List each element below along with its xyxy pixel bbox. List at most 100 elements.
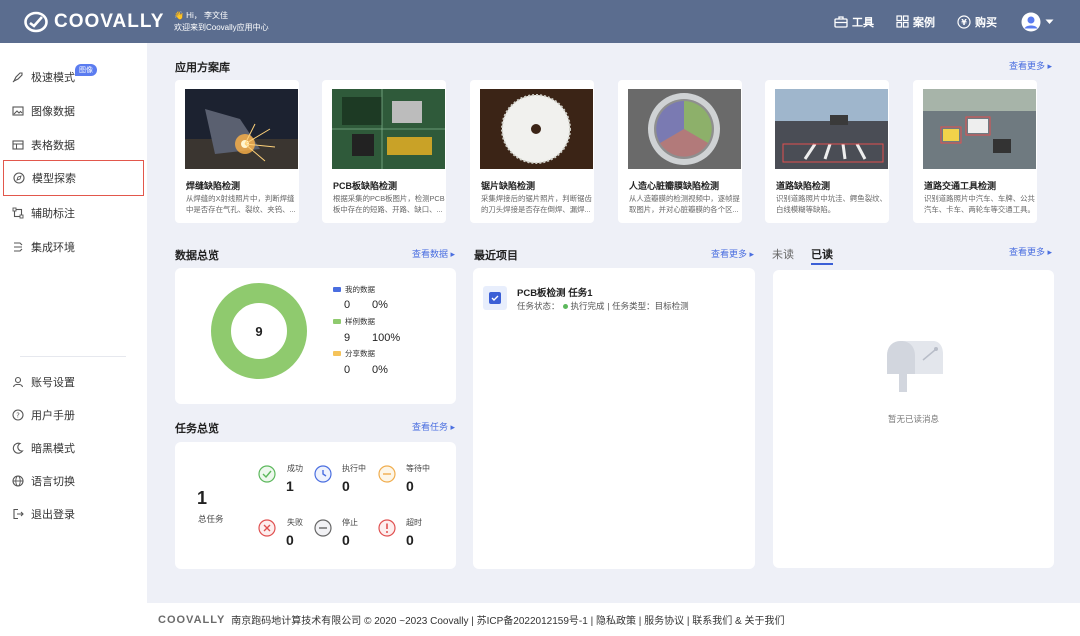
project-name[interactable]: PCB板检测 任务1 (517, 285, 592, 299)
sidebar-item-dark-mode[interactable]: 暗黑模式 (3, 430, 144, 466)
tools-label: 工具 (852, 16, 874, 29)
sidebar-item-image-data[interactable]: 图像数据 (3, 93, 144, 129)
stopped-icon (314, 519, 332, 537)
sidebar-item-model-explore[interactable]: 模型探索 (3, 160, 144, 196)
sidebar-item-label: 集成环境 (31, 242, 75, 254)
card-title: 道路交通工具检测 (924, 181, 997, 191)
recent-projects-panel: PCB板检测 任务1 任务状态： 执行完成 | 任务类型：目标检测 (473, 268, 755, 569)
road-defects-image (775, 89, 888, 169)
timeout-value: 0 (406, 532, 414, 548)
buy-button[interactable]: ¥ 购买 (957, 14, 997, 30)
solution-card-heart-valve[interactable]: 人造心脏瓣膜缺陷检测 从人造瓣膜的检测视频中，逐帧提取图片，并对心脏瓣膜的各个区… (618, 80, 742, 223)
waiting-icon (378, 465, 396, 483)
task-overview-title: 任务总览 (175, 423, 219, 435)
legend-my-data: 我的数据 (333, 284, 375, 295)
status-dot (562, 303, 568, 309)
data-overview-panel: 9 我的数据 0 0% 样例数据 9 100% 分享数据 0 0% (175, 268, 456, 404)
my-data-pct: 0% (372, 299, 388, 311)
stopped-label: 停止 (342, 518, 358, 527)
avatar-icon (1021, 12, 1041, 31)
logo[interactable]: COOVALLY (24, 11, 172, 33)
yen-icon: ¥ (957, 14, 971, 29)
crop-icon (12, 207, 24, 219)
cases-label: 案例 (913, 16, 935, 29)
svg-text:¥: ¥ (961, 18, 967, 27)
sidebar-item-assisted-labeling[interactable]: 辅助标注 (3, 195, 144, 231)
cases-button[interactable]: 案例 (896, 14, 935, 30)
grid-icon (896, 15, 909, 28)
sidebar: 极速模式 图像 图像数据 表格数据 模型探索 辅助标注 集成环境 账号设置 ? … (0, 43, 147, 603)
card-title: 人造心脏瓣膜缺陷检测 (629, 181, 720, 191)
welcome-text: 欢迎来到Coovally应用中心 (174, 22, 269, 32)
sidebar-item-label: 图像数据 (31, 106, 75, 118)
waiting-label: 等待中 (406, 464, 430, 473)
sidebar-item-logout[interactable]: 退出登录 (3, 496, 144, 532)
sidebar-item-label: 极速模式 (31, 72, 75, 84)
heart-valve-image (628, 89, 741, 169)
greeting-text: 👋 Hi， 李文佳 (174, 10, 228, 20)
messages-more-link[interactable]: 查看更多 ▸ (1009, 245, 1052, 258)
failed-icon (258, 519, 276, 537)
card-desc: 采集焊接后的锯片照片，判断锯齿的刀头焊接是否存在倒焊、漏焊... (481, 194, 592, 214)
card-desc: 识别道路照片中汽车、车牌、公共汽车、卡车、两轮车等交通工具。 (924, 194, 1035, 214)
tab-unread[interactable]: 未读 (772, 246, 794, 262)
image-badge: 图像 (75, 64, 97, 76)
solutions-title: 应用方案库 (175, 62, 230, 74)
legend-sample-data: 样例数据 (333, 316, 375, 327)
donut-center-total: 9 (255, 324, 263, 339)
solution-card-welding[interactable]: 焊缝缺陷检测 从焊缝的X射线照片中，判断焊缝中是否存在气孔、裂纹、夹钨、... (175, 80, 299, 223)
logo-text: COOVALLY (54, 10, 165, 32)
card-desc: 识别道路照片中坑洼、鳄鱼裂纹、白线模糊等缺陷。 (776, 194, 887, 214)
solutions-more-link[interactable]: 查看更多 ▸ (1009, 59, 1052, 72)
sidebar-item-speed-mode[interactable]: 极速模式 图像 (3, 59, 144, 95)
user-avatar-menu[interactable] (1021, 12, 1054, 32)
card-title: 焊缝缺陷检测 (186, 181, 241, 191)
logo-icon (24, 11, 48, 32)
success-icon (258, 465, 276, 483)
sidebar-item-account-settings[interactable]: 账号设置 (3, 364, 144, 400)
solution-card-road-defects[interactable]: 道路缺陷检测 识别道路照片中坑洼、鳄鱼裂纹、白线模糊等缺陷。 (765, 80, 889, 223)
sample-data-pct: 100% (372, 332, 401, 344)
status-prefix: 任务状态： (517, 301, 560, 311)
status-text: 执行完成 (570, 301, 605, 311)
view-data-link[interactable]: 查看数据 ▸ (412, 247, 455, 260)
view-tasks-link[interactable]: 查看任务 ▸ (412, 420, 455, 433)
timeout-icon (378, 519, 396, 537)
solution-card-saw-blade[interactable]: 锯片缺陷检测 采集焊接后的锯片照片，判断锯齿的刀头焊接是否存在倒焊、漏焊... (470, 80, 594, 223)
running-icon (314, 465, 332, 483)
failed-value: 0 (286, 532, 294, 548)
my-data-count: 0 (344, 299, 351, 311)
success-value: 1 (286, 478, 294, 494)
rocket-icon (12, 72, 23, 83)
sidebar-item-label: 语言切换 (31, 476, 75, 488)
tools-button[interactable]: 工具 (834, 14, 874, 30)
sidebar-item-label: 退出登录 (31, 509, 75, 521)
moon-icon (12, 442, 24, 454)
logout-icon (13, 508, 24, 520)
sidebar-item-user-manual[interactable]: ? 用户手册 (3, 397, 144, 433)
timeout-label: 超时 (406, 518, 422, 527)
messages-panel: 暂无已读消息 (773, 270, 1054, 568)
project-item-icon-box[interactable] (483, 286, 507, 310)
sidebar-item-integrated-env[interactable]: 集成环境 (3, 229, 144, 265)
solution-card-traffic-vehicles[interactable]: 道路交通工具检测 识别道路照片中汽车、车牌、公共汽车、卡车、两轮车等交通工具。 (913, 80, 1037, 223)
legend-label: 我的数据 (345, 285, 375, 294)
sample-data-count: 9 (344, 332, 351, 344)
footer-text[interactable]: 南京跑码地计算技术有限公司 © 2020 ~2023 Coovally | 苏I… (231, 612, 784, 627)
table-icon (12, 140, 24, 150)
project-status-line: 任务状态： 执行完成 | 任务类型：目标检测 (517, 300, 689, 312)
main-content: 应用方案库 查看更多 ▸ 焊缝缺陷检测 从焊缝的X射线照片中，判断焊缝中是否存在… (147, 43, 1080, 603)
toolbox-icon (834, 15, 848, 28)
total-tasks-label: 总任务 (198, 514, 224, 524)
footer-logo: COOVALLY (158, 613, 226, 626)
recent-more-link[interactable]: 查看更多 ▸ (711, 247, 754, 260)
task-type-text: | 任务类型：目标检测 (607, 301, 689, 311)
sidebar-item-language[interactable]: 语言切换 (3, 463, 144, 499)
legend-label: 样例数据 (345, 317, 375, 326)
solution-card-pcb[interactable]: PCB板缺陷检测 根据采集的PCB板图片，检测PCB板中存在的短路、开路、缺口、… (322, 80, 446, 223)
checkbox-doc-icon (489, 292, 501, 304)
traffic-vehicles-image (923, 89, 1036, 169)
card-desc: 从人造瓣膜的检测视频中，逐帧提取图片，并对心脏瓣膜的各个区... (629, 194, 740, 214)
sidebar-item-table-data[interactable]: 表格数据 (3, 127, 144, 163)
tab-read[interactable]: 已读 (811, 246, 833, 265)
